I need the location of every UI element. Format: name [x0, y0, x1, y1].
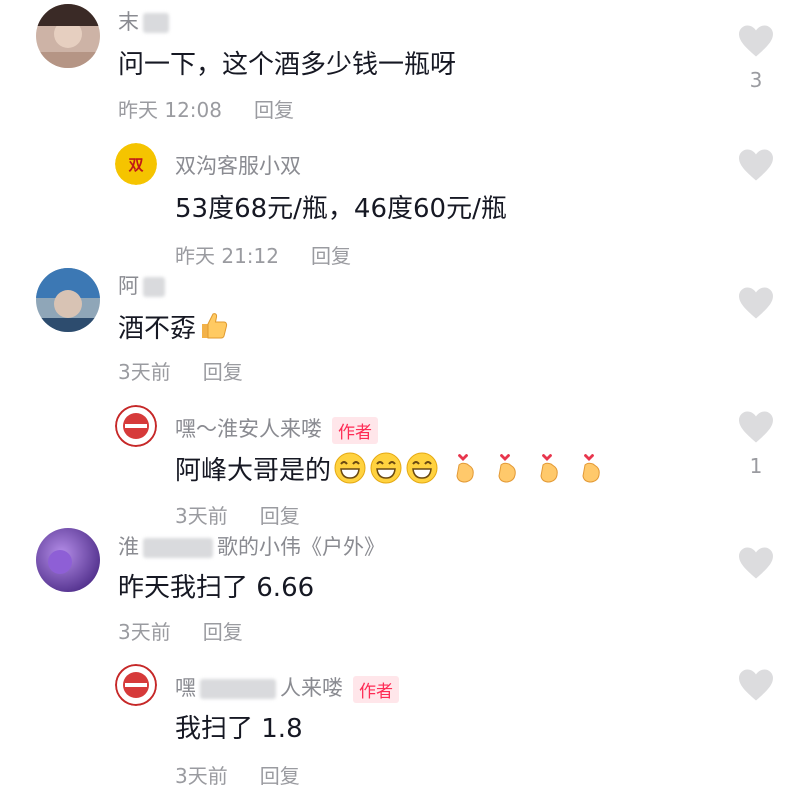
reply-button[interactable]: 回复 [203, 360, 243, 384]
comment-meta: 昨天 21:12 回复 [175, 240, 351, 269]
comment-meta: 3天前 回复 [175, 500, 300, 529]
grin-emoji-icon [369, 451, 403, 492]
svg-text:双: 双 [128, 156, 143, 174]
comment-text: 问一下，这个酒多少钱一瓶呀 [118, 50, 457, 80]
avatar[interactable] [36, 268, 100, 332]
heart-icon [739, 287, 773, 319]
reply-button[interactable]: 回复 [260, 764, 300, 788]
like-button[interactable] [734, 668, 778, 702]
comment-text: 酒不孬 [118, 308, 230, 349]
reply-button[interactable]: 回复 [311, 244, 351, 268]
comment-text: 53度68元/瓶，46度60元/瓶 [175, 194, 507, 224]
heart-icon [739, 669, 773, 701]
finger-heart-icon [451, 451, 481, 492]
comment-time: 3天前 [118, 360, 171, 384]
thumbs-up-icon [198, 310, 230, 349]
avatar[interactable] [115, 405, 157, 447]
finger-heart-icon [577, 451, 607, 492]
grin-emoji-icon [405, 451, 439, 492]
comment-time: 昨天 21:12 [175, 244, 279, 268]
comment-meta: 3天前 回复 [175, 760, 300, 789]
like-button[interactable]: 3 [734, 24, 778, 92]
heart-icon [739, 411, 773, 443]
comment-text: 阿峰大哥是的 [175, 450, 607, 492]
comment-meta: 3天前 回复 [118, 356, 243, 385]
like-button[interactable]: 1 [734, 410, 778, 478]
heart-icon [739, 149, 773, 181]
finger-heart-icon [493, 451, 523, 492]
comment-author[interactable]: 淮歌的小伟《户外》 [118, 531, 385, 561]
comment-text: 我扫了 1.8 [175, 714, 303, 744]
reply-button[interactable]: 回复 [260, 504, 300, 528]
like-count: 1 [749, 454, 763, 478]
avatar[interactable] [36, 528, 100, 592]
comment-meta: 3天前 回复 [118, 616, 243, 645]
grin-emoji-icon [333, 451, 367, 492]
heart-icon [739, 547, 773, 579]
comment-time: 3天前 [175, 764, 228, 788]
comment-time: 3天前 [118, 620, 171, 644]
comment-author[interactable]: 阿 [118, 270, 165, 300]
comment-meta: 昨天 12:08 回复 [118, 94, 294, 123]
like-button[interactable] [734, 546, 778, 580]
reply-button[interactable]: 回复 [254, 98, 294, 122]
avatar[interactable] [115, 664, 157, 706]
blurred-name [143, 277, 165, 297]
comment-text: 昨天我扫了 6.66 [118, 573, 315, 603]
comment-author[interactable]: 双沟客服小双 [175, 150, 301, 180]
comment-time: 昨天 12:08 [118, 98, 222, 122]
like-button[interactable] [734, 286, 778, 320]
blurred-name [200, 679, 276, 699]
finger-heart-icon [535, 451, 565, 492]
comment-author[interactable]: 嘿人来喽 作者 [175, 672, 399, 703]
reply-button[interactable]: 回复 [203, 620, 243, 644]
comment-time: 3天前 [175, 504, 228, 528]
blurred-name [143, 538, 213, 558]
blurred-name [143, 13, 169, 33]
comment-author[interactable]: 嘿～淮安人来喽 作者 [175, 413, 378, 444]
heart-icon [739, 25, 773, 57]
like-count: 3 [749, 68, 763, 92]
like-button[interactable] [734, 148, 778, 182]
avatar[interactable] [36, 4, 100, 68]
author-badge: 作者 [332, 416, 378, 444]
avatar[interactable]: 双 [115, 143, 157, 185]
comment-author[interactable]: 末 [118, 6, 169, 36]
author-badge: 作者 [353, 675, 399, 703]
